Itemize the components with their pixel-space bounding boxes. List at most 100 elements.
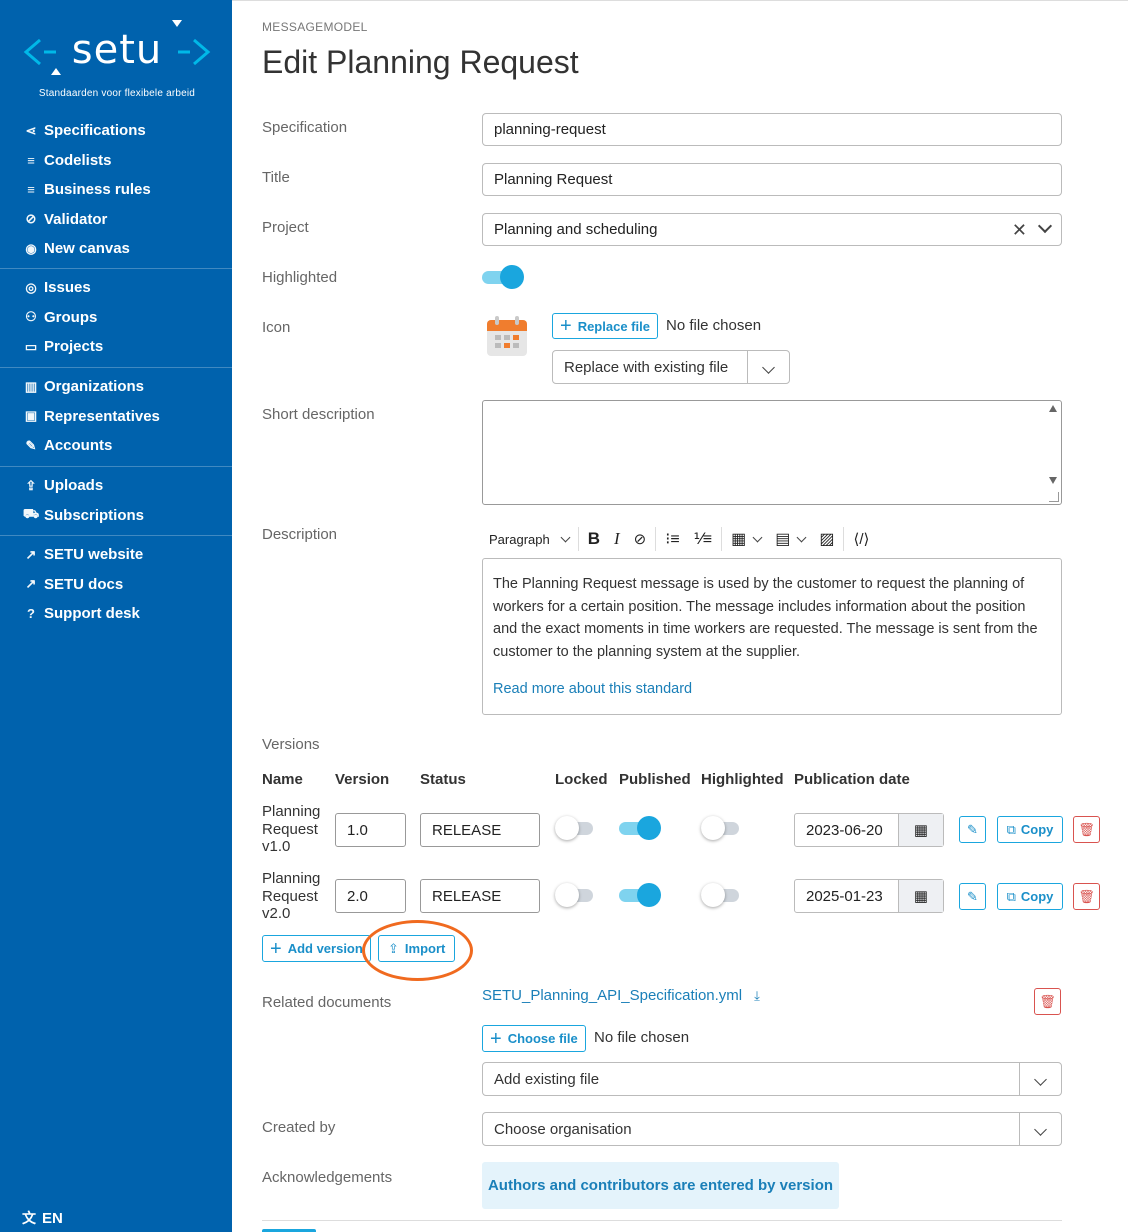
language-label: EN — [42, 1209, 63, 1227]
numbered-list-icon[interactable]: ⅟≡ — [687, 525, 719, 553]
replace-existing-select[interactable]: Replace with existing file — [552, 350, 790, 384]
choose-file-button[interactable]: + Choose file — [482, 1025, 586, 1052]
add-existing-file-select[interactable]: Add existing file — [482, 1062, 1062, 1096]
nav-new-canvas[interactable]: ◉ New canvas — [0, 234, 232, 264]
version-input[interactable]: 1.0 — [335, 813, 406, 847]
nav-group-4: ⇪ Uploads ⛟ Subscriptions — [0, 471, 232, 530]
highlighted-label: Highlighted — [262, 269, 338, 286]
nav-codelists[interactable]: ≡ Codelists — [0, 146, 232, 176]
locked-toggle[interactable] — [555, 816, 597, 840]
publication-date-input[interactable]: 2025-01-23 ▦ — [794, 879, 944, 913]
version-name: Planning Request v1.0 — [262, 803, 320, 856]
delete-version-button[interactable]: 🗑 — [1073, 816, 1100, 843]
version-input[interactable]: 2.0 — [335, 879, 406, 913]
nav-label: Subscriptions — [44, 506, 145, 524]
calendar-icon[interactable]: ▦ — [898, 880, 943, 912]
bold-icon[interactable]: B — [581, 525, 607, 553]
scroll-up-icon[interactable] — [1049, 405, 1057, 412]
share-icon: ⋖ — [25, 122, 37, 138]
highlighted-toggle[interactable] — [482, 265, 524, 289]
nav-specifications[interactable]: ⋖ Specifications — [0, 116, 232, 146]
nav-accounts[interactable]: ✎ Accounts — [0, 431, 232, 461]
italic-icon[interactable]: I — [607, 525, 627, 553]
delete-version-button[interactable]: 🗑 — [1073, 883, 1100, 910]
copy-icon: ⧉ — [1006, 888, 1016, 904]
edit-version-button[interactable]: ✎ — [959, 816, 986, 843]
nav-representatives[interactable]: ▣ Representatives — [0, 402, 232, 432]
nav-organizations[interactable]: ▥ Organizations — [0, 372, 232, 402]
status-input[interactable]: RELEASE — [420, 813, 540, 847]
nav-label: Support desk — [44, 605, 140, 623]
language-switcher[interactable]: 文 EN — [22, 1208, 63, 1228]
nav-business-rules[interactable]: ≡ Business rules — [0, 175, 232, 205]
import-label: Import — [404, 941, 446, 956]
nav-groups[interactable]: ⚇ Groups — [0, 303, 232, 333]
short-description-label: Short description — [262, 406, 375, 423]
nav-uploads[interactable]: ⇪ Uploads — [0, 471, 232, 501]
nav-support-desk[interactable]: ? Support desk — [0, 599, 232, 629]
nav-issues[interactable]: ◎ Issues — [0, 273, 232, 303]
bulleted-list-icon[interactable]: ⁝≡ — [658, 525, 686, 553]
image-icon[interactable]: ▨ — [812, 525, 841, 553]
locked-toggle[interactable] — [555, 883, 597, 907]
chevron-down-icon[interactable] — [1037, 218, 1053, 234]
nav-divider — [0, 268, 232, 269]
date-value: 2025-01-23 — [806, 887, 883, 905]
short-description-textarea[interactable] — [482, 400, 1062, 505]
publication-date-input[interactable]: 2023-06-20 ▦ — [794, 813, 944, 847]
nav-label: SETU docs — [44, 575, 124, 593]
download-icon[interactable]: ⤓ — [754, 988, 760, 1004]
clear-icon[interactable]: ✕ — [1012, 220, 1027, 241]
nav-setu-docs[interactable]: ↗ SETU docs — [0, 570, 232, 600]
replace-file-button[interactable]: + Replace file — [552, 313, 658, 339]
plus-icon: + — [490, 1027, 502, 1050]
add-version-button[interactable]: + Add version — [262, 935, 371, 962]
specification-input[interactable]: planning-request — [482, 113, 1062, 146]
published-toggle[interactable] — [619, 816, 661, 840]
source-edit-icon[interactable]: ⟨/⟩ — [846, 525, 876, 553]
code-block-icon[interactable]: ▤ — [768, 525, 812, 553]
chevron-down-icon[interactable] — [1019, 1113, 1061, 1145]
edit-version-button[interactable]: ✎ — [959, 883, 986, 910]
nav-group-1: ⋖ Specifications ≡ Codelists ≡ Business rul… — [0, 116, 232, 264]
nav-subscriptions[interactable]: ⛟ Subscriptions — [0, 501, 232, 531]
chevron-down-icon[interactable] — [747, 351, 789, 383]
col-version: Version — [335, 771, 390, 788]
nav-setu-website[interactable]: ↗ SETU website — [0, 540, 232, 570]
title-input[interactable]: Planning Request — [482, 163, 1062, 196]
specification-label: Specification — [262, 119, 348, 136]
delete-document-button[interactable]: 🗑 — [1034, 988, 1061, 1015]
table-icon[interactable]: ▦ — [724, 525, 768, 553]
nav-label: Accounts — [44, 437, 113, 455]
created-by-select[interactable]: Choose organisation — [482, 1112, 1062, 1146]
link-icon[interactable]: ⊘ — [627, 525, 654, 553]
chevron-down-icon[interactable] — [1019, 1063, 1061, 1095]
read-more-link[interactable]: Read more about this standard — [493, 678, 1051, 701]
highlighted-row-toggle[interactable] — [701, 816, 743, 840]
related-document-link[interactable]: SETU_Planning_API_Specification.yml ⤓ — [482, 987, 760, 1004]
project-select[interactable]: Planning and scheduling ✕ — [482, 213, 1062, 246]
import-button[interactable]: ⇪ Import — [378, 935, 456, 962]
nav-label: Groups — [44, 308, 98, 326]
bottom-divider — [262, 1220, 1062, 1221]
paragraph-dropdown[interactable]: Paragraph — [482, 525, 576, 553]
upload-icon: ⇪ — [25, 477, 37, 493]
nav-validator[interactable]: ⊘ Validator — [0, 205, 232, 235]
nav-label: Projects — [44, 338, 104, 356]
highlighted-row-toggle[interactable] — [701, 883, 743, 907]
translate-icon: 文 — [22, 1210, 36, 1226]
nav-label: Issues — [44, 279, 91, 297]
add-version-label: Add version — [287, 941, 363, 956]
setu-logo[interactable]: setu Standaarden voor flexibele arbeid — [22, 18, 212, 102]
copy-version-button[interactable]: ⧉ Copy — [997, 816, 1063, 843]
external-link-icon: ↗ — [25, 576, 37, 592]
status-input[interactable]: RELEASE — [420, 879, 540, 913]
scroll-down-icon[interactable] — [1049, 477, 1057, 484]
nav-projects[interactable]: ▭ Projects — [0, 332, 232, 362]
copy-version-button[interactable]: ⧉ Copy — [997, 883, 1063, 910]
resize-handle-icon[interactable] — [1049, 492, 1059, 502]
published-toggle[interactable] — [619, 883, 661, 907]
calendar-icon[interactable]: ▦ — [898, 814, 943, 846]
nav-group-5: ↗ SETU website ↗ SETU docs ? Support desk — [0, 540, 232, 629]
description-editor[interactable]: The Planning Request message is used by … — [482, 558, 1062, 715]
